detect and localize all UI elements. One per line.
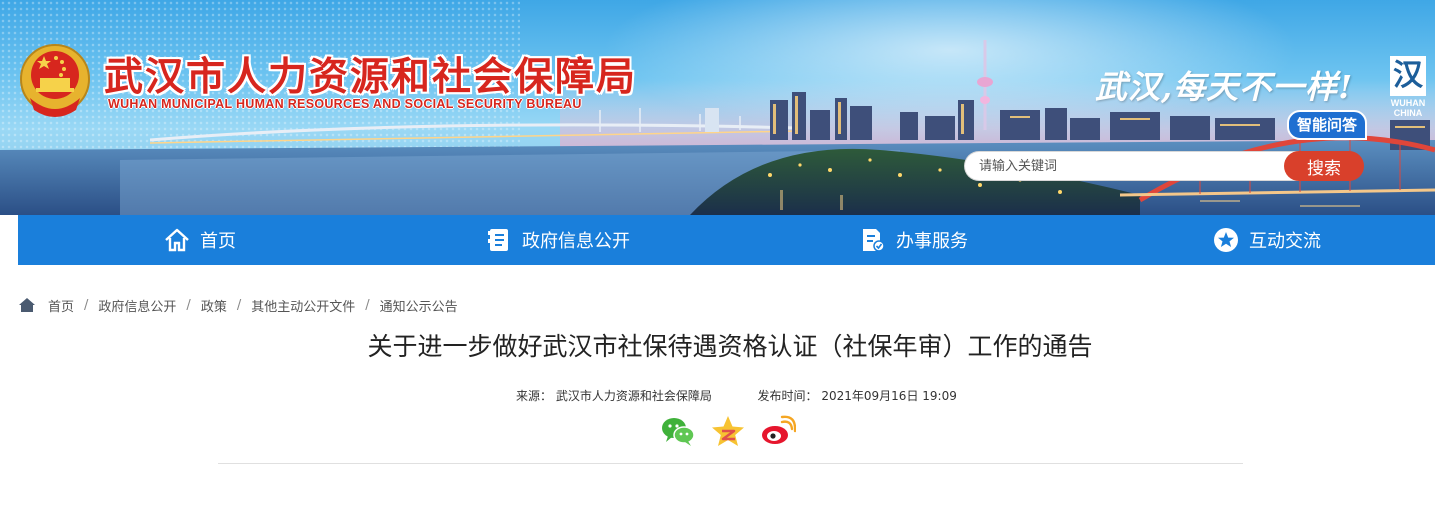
- breadcrumb: 首页 / 政府信息公开 / 政策 / 其他主动公开文件 / 通知公示公告: [18, 295, 458, 315]
- content-divider: [218, 463, 1243, 464]
- star-icon: [1213, 227, 1239, 253]
- share-bar: [660, 414, 810, 448]
- article-meta: 来源： 武汉市人力资源和社会保障局 发布时间： 2021年09月16日 19:0…: [516, 387, 957, 404]
- breadcrumb-item-home[interactable]: 首页: [48, 296, 74, 315]
- nav-item-label: 首页: [200, 231, 236, 252]
- qzone-icon[interactable]: [710, 414, 746, 448]
- breadcrumb-item-gov-info[interactable]: 政府信息公开: [98, 296, 176, 315]
- article-title: 关于进一步做好武汉市社保待遇资格认证（社保年审）工作的通告: [367, 332, 1093, 361]
- document-icon: [486, 227, 512, 253]
- breadcrumb-separator: /: [186, 297, 191, 313]
- breadcrumb-item-notices[interactable]: 通知公示公告: [380, 296, 458, 315]
- smart-qa-button[interactable]: 智能问答: [1287, 110, 1368, 140]
- site-title-en: WUHAN MUNICIPAL HUMAN RESOURCES AND SOCI…: [108, 97, 582, 111]
- wuhan-logo-text: WUHAN CHINA: [1390, 98, 1426, 118]
- search-button[interactable]: 搜索: [1284, 151, 1364, 181]
- site-title-cn: 武汉市人力资源和社会保障局: [104, 55, 638, 100]
- breadcrumb-separator: /: [236, 297, 242, 313]
- breadcrumb-separator: /: [84, 297, 89, 313]
- search-input[interactable]: [964, 151, 1304, 181]
- search-box: 搜索: [964, 151, 1364, 181]
- main-nav: 首页 政府信息公开 办事服务 互动交流: [18, 215, 1435, 265]
- nav-item-label: 政府信息公开: [522, 231, 630, 252]
- wuhan-logo-glyph: 汉: [1390, 56, 1426, 96]
- service-icon: [860, 227, 886, 253]
- breadcrumb-item-other-files[interactable]: 其他主动公开文件: [251, 296, 355, 315]
- breadcrumb-item-policy[interactable]: 政策: [201, 296, 227, 315]
- source-value: 武汉市人力资源和社会保障局: [555, 389, 712, 403]
- national-emblem-icon: [20, 44, 90, 117]
- publish-time-label: 发布时间：: [757, 389, 818, 403]
- nav-item-interaction[interactable]: 互动交流: [1213, 215, 1321, 265]
- home-icon: [164, 227, 190, 253]
- wuhan-logo-icon: 汉 WUHAN CHINA: [1386, 56, 1430, 118]
- breadcrumb-home-icon: [19, 298, 35, 312]
- source-label: 来源：: [516, 389, 553, 403]
- nav-item-gov-info[interactable]: 政府信息公开: [486, 215, 630, 265]
- wechat-icon[interactable]: [660, 414, 696, 448]
- nav-item-label: 办事服务: [896, 231, 968, 252]
- nav-item-label: 互动交流: [1249, 231, 1321, 252]
- nav-item-services[interactable]: 办事服务: [860, 215, 968, 265]
- breadcrumb-separator: /: [365, 297, 370, 313]
- city-slogan: 武汉,每天不一样!: [1095, 68, 1354, 106]
- nav-item-home[interactable]: 首页: [164, 215, 236, 265]
- publish-time-value: 2021年09月16日 19:09: [821, 389, 957, 403]
- header-banner: 武汉市人力资源和社会保障局 WUHAN MUNICIPAL HUMAN RESO…: [0, 0, 1435, 215]
- weibo-icon[interactable]: [760, 414, 796, 448]
